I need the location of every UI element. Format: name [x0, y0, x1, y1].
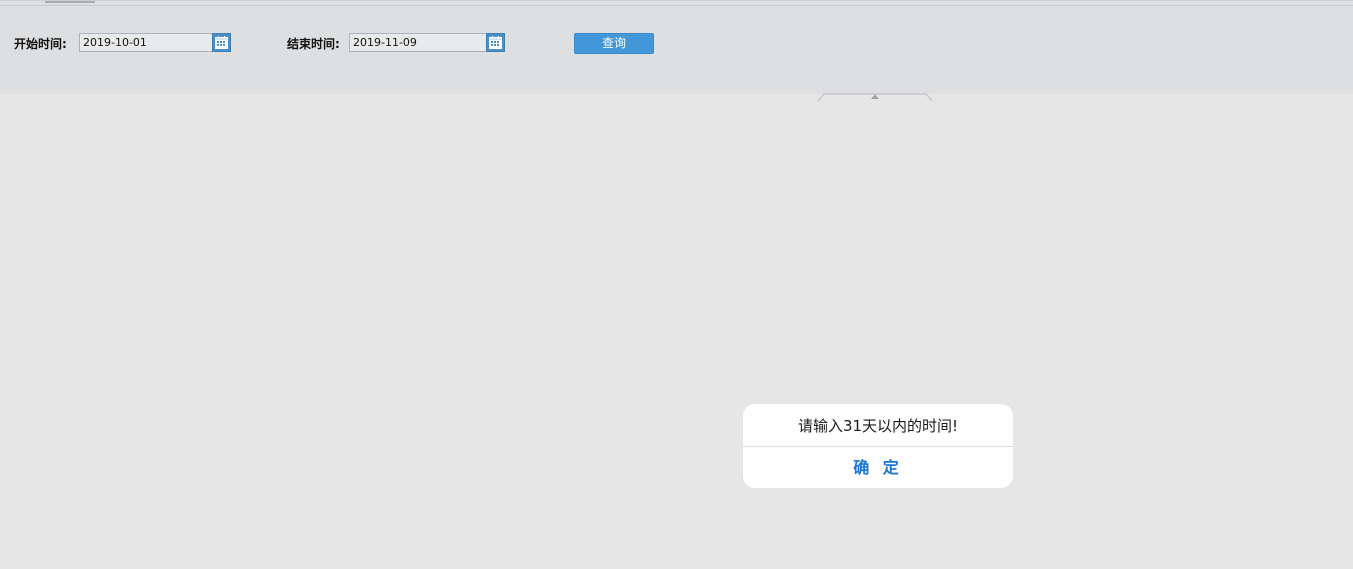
end-date-input[interactable]	[349, 33, 487, 52]
start-date-input[interactable]	[79, 33, 213, 52]
start-date-calendar-button[interactable]	[212, 33, 231, 52]
filter-panel: 开始时间: 结束时间:	[0, 0, 1353, 102]
tab-indicator[interactable]	[45, 1, 95, 3]
alert-dialog: 请输入31天以内的时间! 确 定	[743, 404, 1013, 488]
dialog-message: 请输入31天以内的时间!	[797, 417, 959, 435]
end-date-calendar-button[interactable]	[486, 33, 505, 52]
collapse-panel-handle[interactable]	[817, 86, 933, 102]
confirm-button[interactable]: 确 定	[743, 447, 1013, 488]
query-button[interactable]: 查询	[574, 33, 654, 54]
calendar-icon	[489, 36, 502, 49]
calendar-icon	[215, 36, 228, 49]
end-time-label: 结束时间:	[287, 37, 340, 51]
page: 开始时间: 结束时间:	[0, 0, 1353, 569]
start-time-label: 开始时间:	[14, 37, 67, 51]
divider	[0, 5, 1353, 6]
collapse-tab-shape	[817, 93, 933, 102]
